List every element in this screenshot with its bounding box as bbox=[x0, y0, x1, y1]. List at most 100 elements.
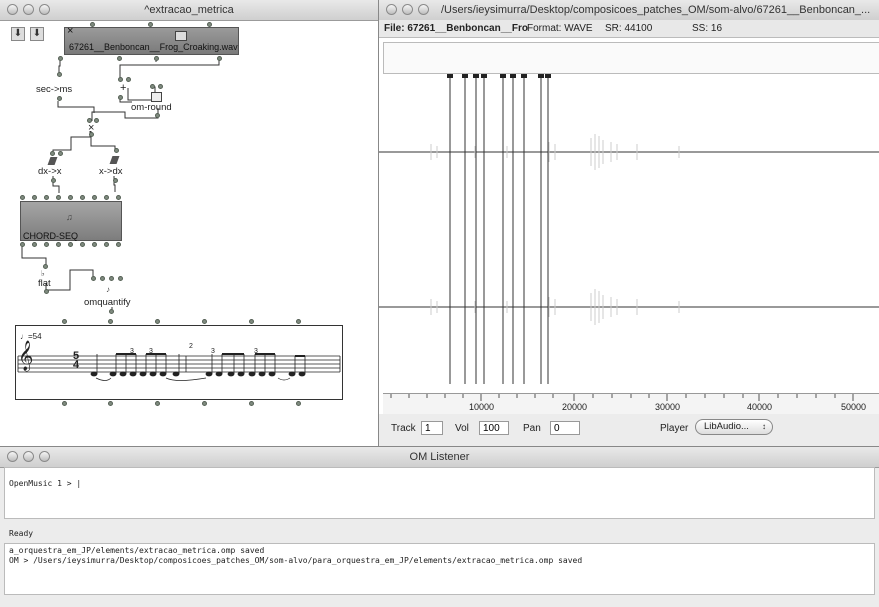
score-outlet[interactable] bbox=[155, 401, 160, 406]
minimize-window-button[interactable] bbox=[402, 4, 413, 15]
x-to-dx-label[interactable]: x->dx bbox=[99, 166, 123, 177]
score-inlet[interactable] bbox=[249, 319, 254, 324]
note-group bbox=[90, 353, 306, 377]
omquantify-outlet[interactable] bbox=[109, 309, 114, 314]
listener-titlebar[interactable]: OM Listener bbox=[0, 447, 879, 468]
omquantify-inlet[interactable] bbox=[109, 276, 114, 281]
player-select[interactable]: LibAudio... ↕ bbox=[695, 419, 773, 435]
score-outlets bbox=[15, 401, 343, 407]
dx-to-x-inlet[interactable] bbox=[50, 151, 55, 156]
sound-box-inlet[interactable] bbox=[207, 22, 212, 27]
sound-box[interactable]: × 67261__Benboncan__Frog_Croaking.wav bbox=[64, 25, 239, 55]
chord-seq-outlet[interactable] bbox=[92, 242, 97, 247]
score-inlet[interactable] bbox=[202, 319, 207, 324]
chord-seq-inlet[interactable] bbox=[68, 195, 73, 200]
player-select-value: LibAudio... bbox=[704, 421, 749, 432]
plus-label[interactable]: + bbox=[120, 82, 126, 94]
chord-seq-box[interactable]: ♫ CHORD-SEQ bbox=[20, 201, 122, 241]
chord-seq-inlet[interactable] bbox=[116, 195, 121, 200]
score-outlet[interactable] bbox=[296, 401, 301, 406]
omquantify-label[interactable]: omquantify bbox=[84, 297, 130, 308]
dx-to-x-outlet[interactable] bbox=[51, 178, 56, 183]
score-inlet[interactable] bbox=[108, 319, 113, 324]
x-to-dx-outlet[interactable] bbox=[113, 178, 118, 183]
score-inlet[interactable] bbox=[155, 319, 160, 324]
sample-rate-label: SR: 44100 bbox=[605, 23, 653, 34]
om-round-inlet[interactable] bbox=[150, 84, 155, 89]
chord-seq-inlet[interactable] bbox=[80, 195, 85, 200]
sound-editor-window: /Users/ieysimurra/Desktop/composicoes_pa… bbox=[379, 0, 879, 446]
close-window-button[interactable] bbox=[386, 4, 397, 15]
times-outlet[interactable] bbox=[89, 132, 94, 137]
score-inlet[interactable] bbox=[62, 319, 67, 324]
score-inlet[interactable] bbox=[296, 319, 301, 324]
score-outlet[interactable] bbox=[202, 401, 207, 406]
file-label: File: 67261__Benboncan__Fro bbox=[384, 23, 528, 34]
om-round-icon bbox=[151, 92, 162, 102]
chord-seq-inlet[interactable] bbox=[20, 195, 25, 200]
sound-box-outlet[interactable] bbox=[58, 56, 63, 61]
sound-box-outlet[interactable] bbox=[217, 56, 222, 61]
ruler-tick-label: 50000 bbox=[841, 402, 867, 412]
times-inlet[interactable] bbox=[94, 118, 99, 123]
chord-seq-inlet[interactable] bbox=[32, 195, 37, 200]
chord-seq-outlet[interactable] bbox=[44, 242, 49, 247]
waveform-overview[interactable] bbox=[383, 42, 879, 74]
omquantify-icon: ♪ bbox=[106, 285, 110, 294]
dx-to-x-inlet[interactable] bbox=[58, 151, 63, 156]
plus-inlet[interactable] bbox=[126, 77, 131, 82]
sec-to-ms-inlet[interactable] bbox=[57, 72, 62, 77]
ruler-tick-label: 10000 bbox=[469, 402, 495, 412]
listener-input-area[interactable]: OpenMusic 1 > | bbox=[4, 467, 875, 519]
score-outlet[interactable] bbox=[249, 401, 254, 406]
om-round-label[interactable]: om-round bbox=[131, 102, 172, 113]
omquantify-inlet[interactable] bbox=[118, 276, 123, 281]
flat-icon: ♭ bbox=[41, 269, 45, 278]
chord-seq-outlet[interactable] bbox=[68, 242, 73, 247]
dx-to-x-label[interactable]: dx->x bbox=[38, 166, 62, 177]
listener-log-area[interactable]: a_orquestra_em_JP/elements/extracao_metr… bbox=[4, 543, 875, 595]
patch-window: ^extracao_metrica ⬇ ⬇ × 67261__Benboncan… bbox=[0, 0, 379, 446]
ruler-tick-label: 30000 bbox=[655, 402, 681, 412]
updown-arrows-icon: ↕ bbox=[762, 422, 766, 431]
om-round-outlet[interactable] bbox=[155, 113, 160, 118]
chord-seq-inlet[interactable] bbox=[92, 195, 97, 200]
om-round-inlet[interactable] bbox=[158, 84, 163, 89]
sound-editor-titlebar[interactable]: /Users/ieysimurra/Desktop/composicoes_pa… bbox=[379, 0, 879, 21]
sound-box-label: 67261__Benboncan__Frog_Croaking.wav bbox=[69, 42, 238, 52]
chord-seq-outlet[interactable] bbox=[56, 242, 61, 247]
vol-label: Vol bbox=[455, 423, 469, 434]
player-label: Player bbox=[660, 423, 689, 434]
score-outlet[interactable] bbox=[62, 401, 67, 406]
chord-seq-outlet[interactable] bbox=[20, 242, 25, 247]
score-outlet[interactable] bbox=[108, 401, 113, 406]
flat-label[interactable]: flat bbox=[38, 278, 51, 289]
waveform-display[interactable] bbox=[379, 74, 879, 392]
track-field[interactable] bbox=[421, 421, 443, 435]
chord-seq-outlet[interactable] bbox=[104, 242, 109, 247]
omquantify-inlet[interactable] bbox=[100, 276, 105, 281]
flat-outlet[interactable] bbox=[44, 289, 49, 294]
pan-label: Pan bbox=[523, 423, 541, 434]
sound-box-outlet[interactable] bbox=[117, 56, 122, 61]
chord-seq-outlet[interactable] bbox=[32, 242, 37, 247]
vol-field[interactable] bbox=[479, 421, 509, 435]
chord-seq-inlet[interactable] bbox=[104, 195, 109, 200]
chord-seq-inlet[interactable] bbox=[56, 195, 61, 200]
chord-seq-outlet[interactable] bbox=[80, 242, 85, 247]
zoom-window-button[interactable] bbox=[418, 4, 429, 15]
sec-to-ms-outlet[interactable] bbox=[57, 96, 62, 101]
plus-outlet[interactable] bbox=[118, 95, 123, 100]
sound-box-inlet[interactable] bbox=[90, 22, 95, 27]
sound-box-outlet[interactable] bbox=[154, 56, 159, 61]
ruler-tick-label: 20000 bbox=[562, 402, 588, 412]
omquantify-inlet[interactable] bbox=[91, 276, 96, 281]
chord-seq-inlet[interactable] bbox=[44, 195, 49, 200]
pan-field[interactable] bbox=[550, 421, 580, 435]
sec-to-ms-label[interactable]: sec->ms bbox=[36, 84, 72, 95]
x-to-dx-inlet[interactable] bbox=[114, 148, 119, 153]
sound-box-inlet[interactable] bbox=[148, 22, 153, 27]
score-box[interactable]: ♩=54 𝄞 5 4 3 3 2 3 3 bbox=[15, 325, 343, 400]
chord-seq-outlet[interactable] bbox=[116, 242, 121, 247]
close-icon[interactable]: × bbox=[67, 25, 73, 37]
